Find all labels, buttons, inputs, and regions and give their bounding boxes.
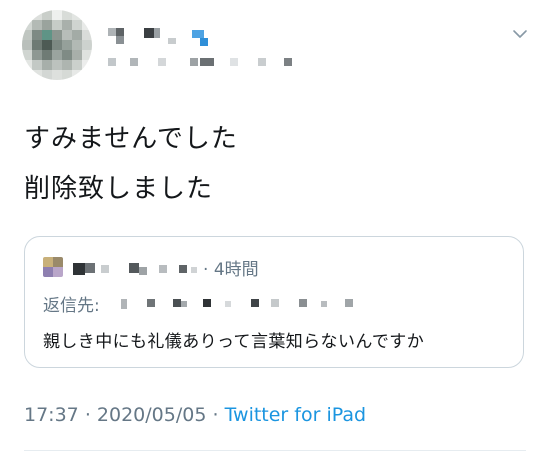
tweet-line: 削除致しました (24, 174, 214, 204)
quoted-tweet-text: 親しき中にも礼儀ありって言葉知らないんですか (43, 332, 425, 352)
reply-to-label: 返信先: (43, 296, 100, 316)
quoted-tweet-card[interactable]: · 4時間 返信先: 親しき中にも礼儀ありって言葉知らないんですか (24, 236, 524, 368)
tweet-source-link[interactable]: Twitter for iPad (225, 404, 366, 426)
quoted-tweet-time: · 4時間 (203, 260, 259, 280)
author-name[interactable] (108, 24, 228, 46)
author-handle[interactable] (108, 54, 308, 70)
chevron-down-icon[interactable] (512, 26, 528, 42)
author-avatar[interactable] (22, 10, 92, 80)
meta-separator: · (212, 404, 219, 426)
tweet-timestamp: 17:37 · 2020/05/05 · Twitter for iPad (24, 404, 366, 426)
divider (24, 450, 526, 451)
reply-to-handles[interactable] (121, 295, 361, 311)
tweet-text: すみませんでした 削除致しました (24, 114, 524, 214)
tweet-time[interactable]: 17:37 (24, 404, 79, 426)
tweet-line: すみませんでした (24, 124, 238, 154)
meta-separator: · (84, 404, 91, 426)
quoted-author-avatar (43, 257, 63, 277)
tweet-date[interactable]: 2020/05/05 (97, 404, 207, 426)
